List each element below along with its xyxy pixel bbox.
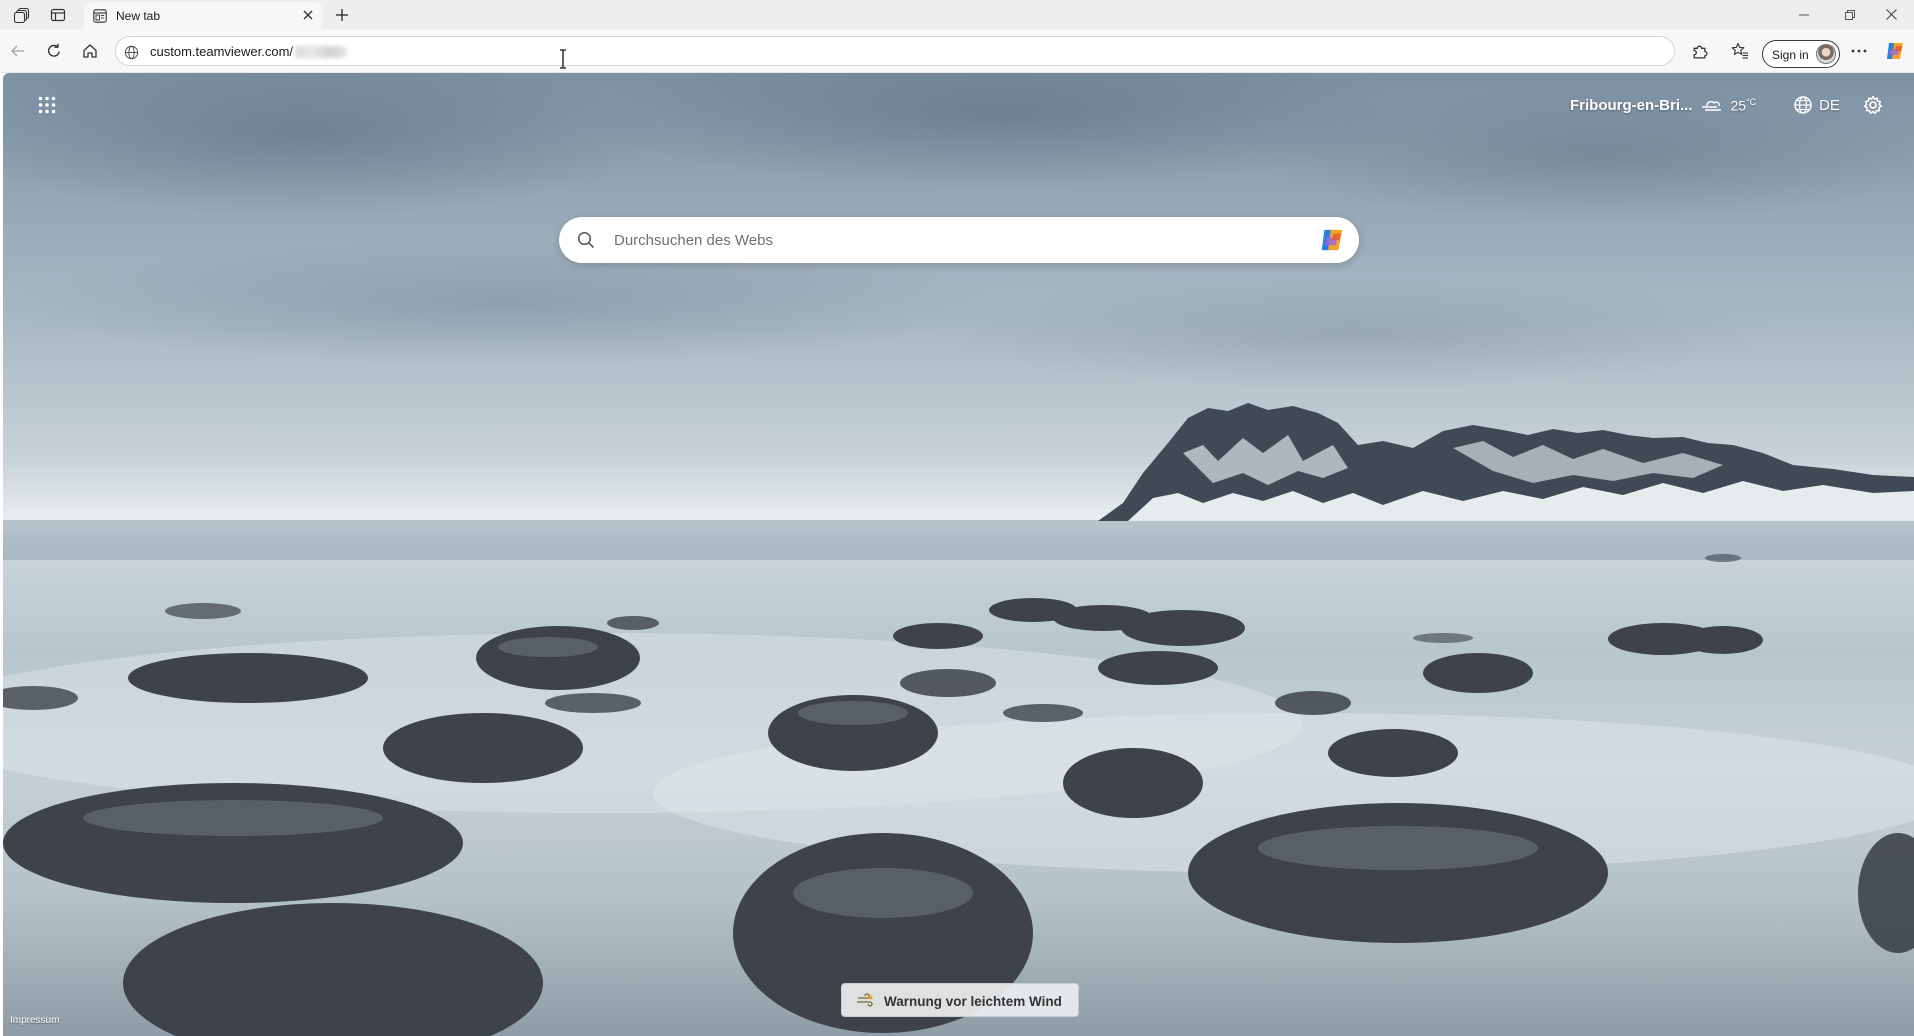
extensions-button[interactable] <box>1686 38 1712 64</box>
weather-alert-banner[interactable]: Warnung vor leichtem Wind <box>841 983 1079 1017</box>
close-icon <box>303 10 313 20</box>
weather-alert-text: Warnung vor leichtem Wind <box>884 994 1062 1009</box>
back-button[interactable] <box>5 38 31 64</box>
close-icon <box>1885 9 1897 20</box>
more-horizontal-icon <box>1851 49 1867 53</box>
minimize-icon <box>1799 14 1809 15</box>
refresh-button[interactable] <box>41 38 67 64</box>
search-copilot-button[interactable] <box>1317 225 1347 255</box>
weather-location: Fribourg-en-Bri... <box>1570 96 1693 114</box>
search-icon <box>575 229 597 251</box>
weather-widget[interactable]: Fribourg-en-Bri... 25°C <box>1570 91 1756 119</box>
tab-new-tab[interactable]: New tab <box>84 2 322 29</box>
gear-icon <box>1863 95 1883 115</box>
puzzle-icon <box>1693 45 1708 59</box>
globe-language-icon <box>1794 96 1812 114</box>
wind-cloud-icon <box>1701 100 1721 111</box>
tab-close-button[interactable] <box>298 5 318 25</box>
sign-in-label: Sign in <box>1772 48 1809 62</box>
search-input[interactable] <box>614 227 1274 253</box>
refresh-icon <box>48 43 60 57</box>
copilot-icon <box>1321 229 1343 251</box>
tab-strip: New tab <box>0 0 1914 29</box>
weather-unit: °C <box>1746 96 1757 107</box>
restore-button[interactable] <box>1827 0 1873 29</box>
copilot-button[interactable] <box>1882 38 1908 64</box>
weather-temperature-value: 25 <box>1730 97 1747 114</box>
browser-toolbar: custom.teamviewer.com/ <box>0 29 1914 73</box>
tab-actions-icon <box>50 8 66 22</box>
text-cursor-icon <box>560 49 566 69</box>
plus-icon <box>336 9 348 21</box>
weather-temperature: 25°C <box>1731 97 1757 114</box>
new-tab-favicon-icon <box>92 8 108 24</box>
address-bar[interactable]: custom.teamviewer.com/ <box>115 36 1675 66</box>
url-value: custom.teamviewer.com/ <box>150 44 294 59</box>
favorites-button[interactable] <box>1727 38 1753 64</box>
new-tab-page: Fribourg-en-Bri... 25°C DE Durchsuchen d… <box>3 73 1914 1036</box>
new-tab-button[interactable] <box>330 3 354 27</box>
app-grid-icon <box>38 96 56 114</box>
copilot-icon <box>1887 43 1903 59</box>
home-button[interactable] <box>77 38 103 64</box>
sign-in-button[interactable]: Sign in <box>1762 40 1840 68</box>
apps-launcher-button[interactable] <box>33 91 61 119</box>
browser-window: New tab custom.teamviewer.com/ Sign in F… <box>0 0 1914 1036</box>
web-search-box[interactable] <box>559 217 1359 263</box>
home-icon <box>83 44 97 58</box>
arrow-left-icon <box>11 45 24 57</box>
minimize-button[interactable] <box>1781 0 1827 29</box>
more-options-button[interactable] <box>1846 38 1872 64</box>
url-redacted-path <box>295 45 348 58</box>
star-list-icon <box>1731 42 1748 59</box>
workspaces-icon <box>14 7 30 23</box>
profile-avatar <box>1816 44 1836 64</box>
tab-actions-button[interactable] <box>46 3 70 27</box>
restore-icon <box>1845 9 1855 20</box>
language-selector[interactable]: DE <box>1793 91 1840 119</box>
url-text: custom.teamviewer.com/ <box>150 44 348 59</box>
impressum-link[interactable]: Impressum <box>10 1015 59 1026</box>
workspaces-button[interactable] <box>10 3 34 27</box>
globe-icon <box>123 44 139 60</box>
wind-warning-icon <box>856 993 874 1009</box>
language-code: DE <box>1819 96 1840 114</box>
tab-title: New tab <box>116 9 161 23</box>
close-window-button[interactable] <box>1868 0 1914 29</box>
page-settings-button[interactable] <box>1859 91 1887 119</box>
